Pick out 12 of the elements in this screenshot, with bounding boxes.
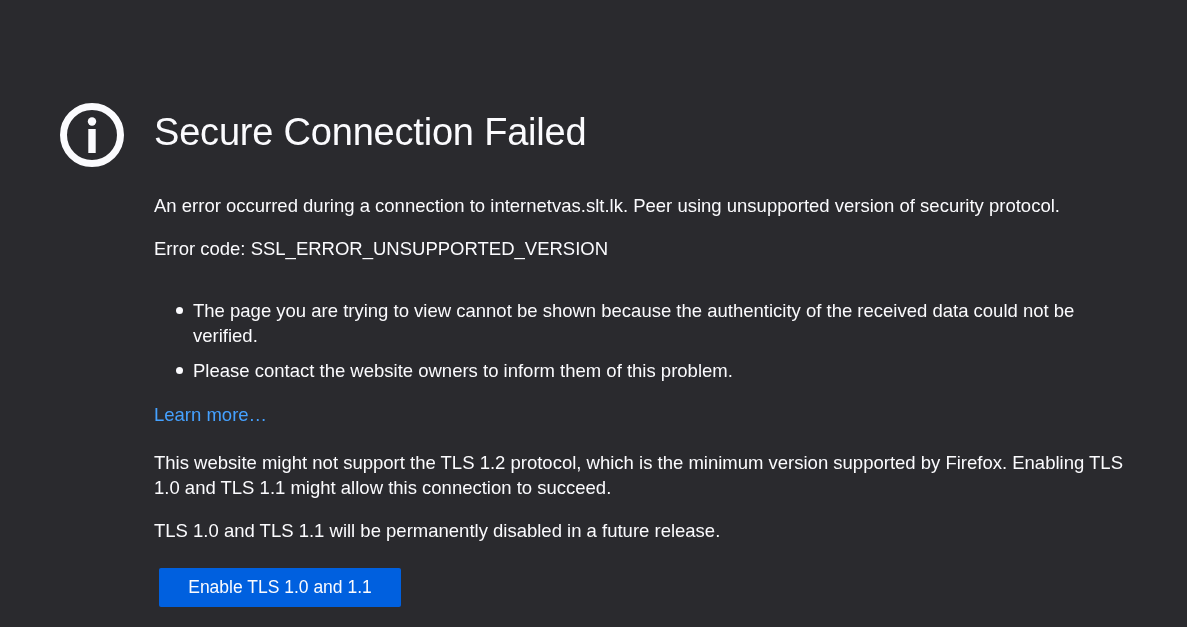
error-description: An error occurred during a connection to internetvas.slt.lk. Peer using unsupported version of security protocol. <box>154 194 1061 218</box>
info-icon <box>60 103 124 167</box>
error-code: Error code: SSL_ERROR_UNSUPPORTED_VERSION <box>154 237 610 261</box>
bullet-icon <box>176 367 183 374</box>
detail-text: The page you are trying to view cannot be shown because the authenticity of the received data could not be verified. <box>193 299 1076 348</box>
learn-more-link[interactable]: Learn more… <box>154 402 268 427</box>
page-title: Secure Connection Failed <box>154 110 588 155</box>
detail-text: Please contact the website owners to inform them of this problem. <box>193 359 734 383</box>
enable-tls-button[interactable]: Enable TLS 1.0 and 1.1 <box>159 568 401 607</box>
tls-note: TLS 1.0 and TLS 1.1 will be permanently disabled in a future release. <box>154 519 722 543</box>
tls-note: This website might not support the TLS 1.2 protocol, which is the minimum version supported by Firefox. Enabling TLS 1.0 and TLS 1.1 might allow this connection to succeed. <box>154 451 1124 500</box>
bullet-icon <box>176 307 183 314</box>
